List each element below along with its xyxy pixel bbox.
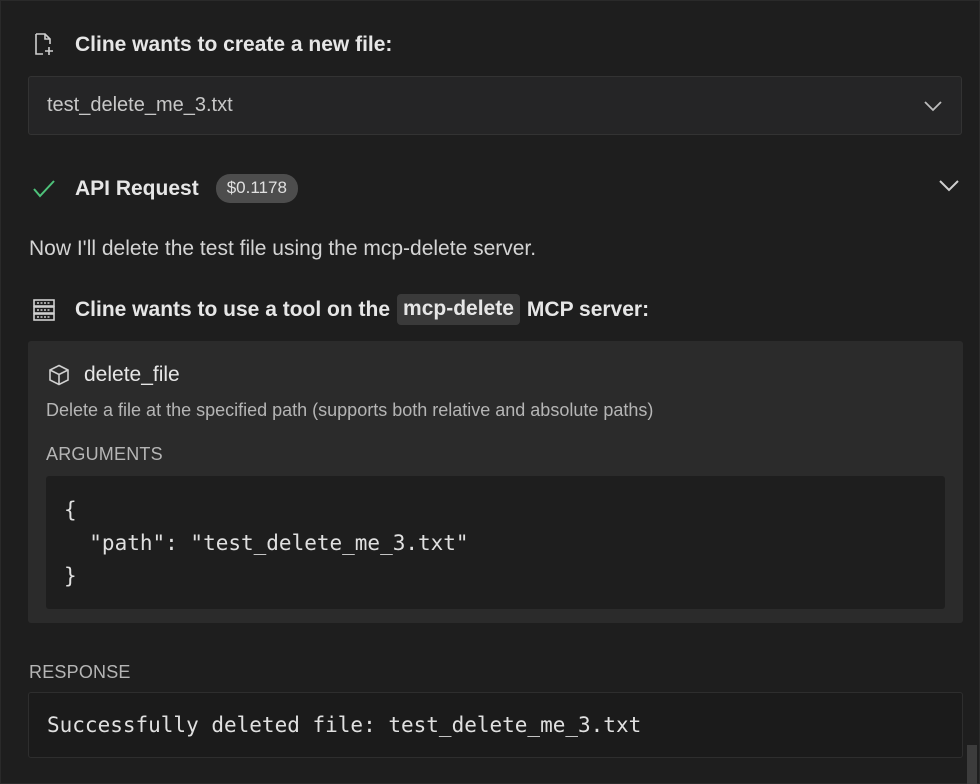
chevron-down-icon — [923, 100, 943, 112]
response-output: Successfully deleted file: test_delete_m… — [28, 692, 963, 758]
server-icon — [31, 297, 57, 323]
tool-card: delete_file Delete a file at the specifi… — [28, 341, 963, 623]
tool-name-row: delete_file — [48, 363, 180, 387]
mcp-tool-header: Cline wants to use a tool on the mcp-del… — [31, 294, 649, 325]
response-label: RESPONSE — [29, 662, 131, 682]
chevron-down-icon[interactable] — [938, 179, 960, 201]
create-file-title: Cline wants to create a new file: — [75, 33, 393, 56]
arguments-label: ARGUMENTS — [46, 444, 163, 464]
chat-panel: Cline wants to create a new file: test_d… — [0, 0, 980, 784]
file-preview-toggle[interactable]: test_delete_me_3.txt — [28, 76, 962, 135]
tool-name: delete_file — [84, 363, 180, 386]
arguments-code: { "path": "test_delete_me_3.txt"} — [46, 476, 945, 609]
code-line: { — [64, 498, 77, 522]
response-text: Successfully deleted file: test_delete_m… — [47, 713, 642, 737]
assistant-message: Now I'll delete the test file using the … — [29, 237, 537, 260]
mcp-suffix: MCP server: — [526, 297, 650, 321]
mcp-prefix: Cline wants to use a tool on the — [75, 297, 391, 321]
code-line: } — [64, 564, 77, 588]
cube-icon — [48, 364, 70, 386]
scrollbar-thumb[interactable] — [967, 745, 977, 784]
server-name: mcp-delete — [397, 294, 520, 325]
file-name: test_delete_me_3.txt — [47, 94, 233, 116]
code-line: "path": "test_delete_me_3.txt" — [64, 531, 469, 555]
check-icon — [31, 176, 57, 202]
tool-description: Delete a file at the specified path (sup… — [46, 400, 654, 420]
api-request-label: API Request — [75, 176, 199, 200]
api-request-row[interactable]: API Request $0.1178 — [31, 174, 298, 203]
cost-badge: $0.1178 — [215, 174, 298, 203]
new-file-icon — [31, 32, 57, 58]
create-file-header: Cline wants to create a new file: — [31, 32, 392, 58]
